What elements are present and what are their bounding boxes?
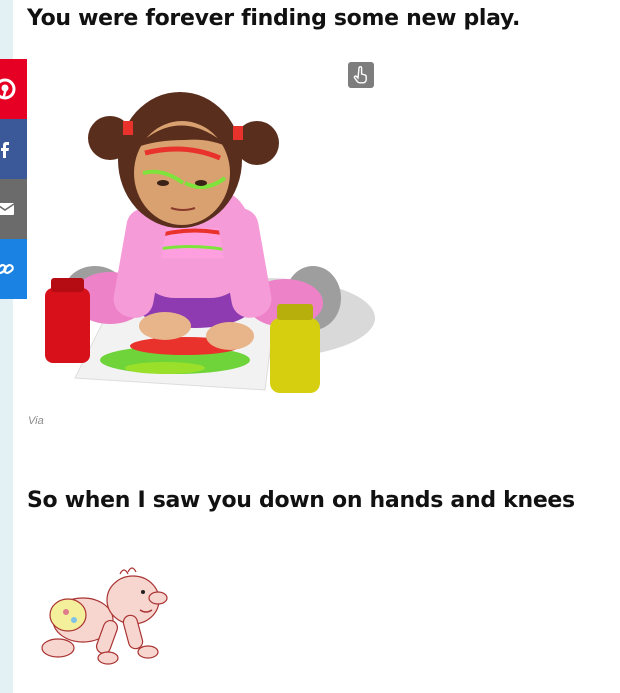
share-bar [0,59,27,299]
pinterest-icon [0,78,16,100]
girl-painting-illustration [45,92,375,393]
image-credit[interactable]: Via [28,415,44,427]
facebook-icon [1,142,9,158]
share-email-button[interactable] [0,179,27,239]
link-icon [0,264,14,274]
share-link-button[interactable] [0,239,27,299]
girl-painting-image[interactable] [35,78,375,403]
crawling-baby-image[interactable] [38,560,178,680]
share-facebook-button[interactable] [0,119,27,179]
share-pinterest-button[interactable] [0,59,27,119]
mail-icon [0,203,15,215]
hand-pointer-icon [353,66,367,84]
section-heading: So when I saw you down on hands and knee… [27,488,575,513]
tap-to-play-icon[interactable] [348,62,374,88]
crawling-baby-illustration [41,567,168,665]
section-heading: You were forever finding some new play. [27,6,521,31]
